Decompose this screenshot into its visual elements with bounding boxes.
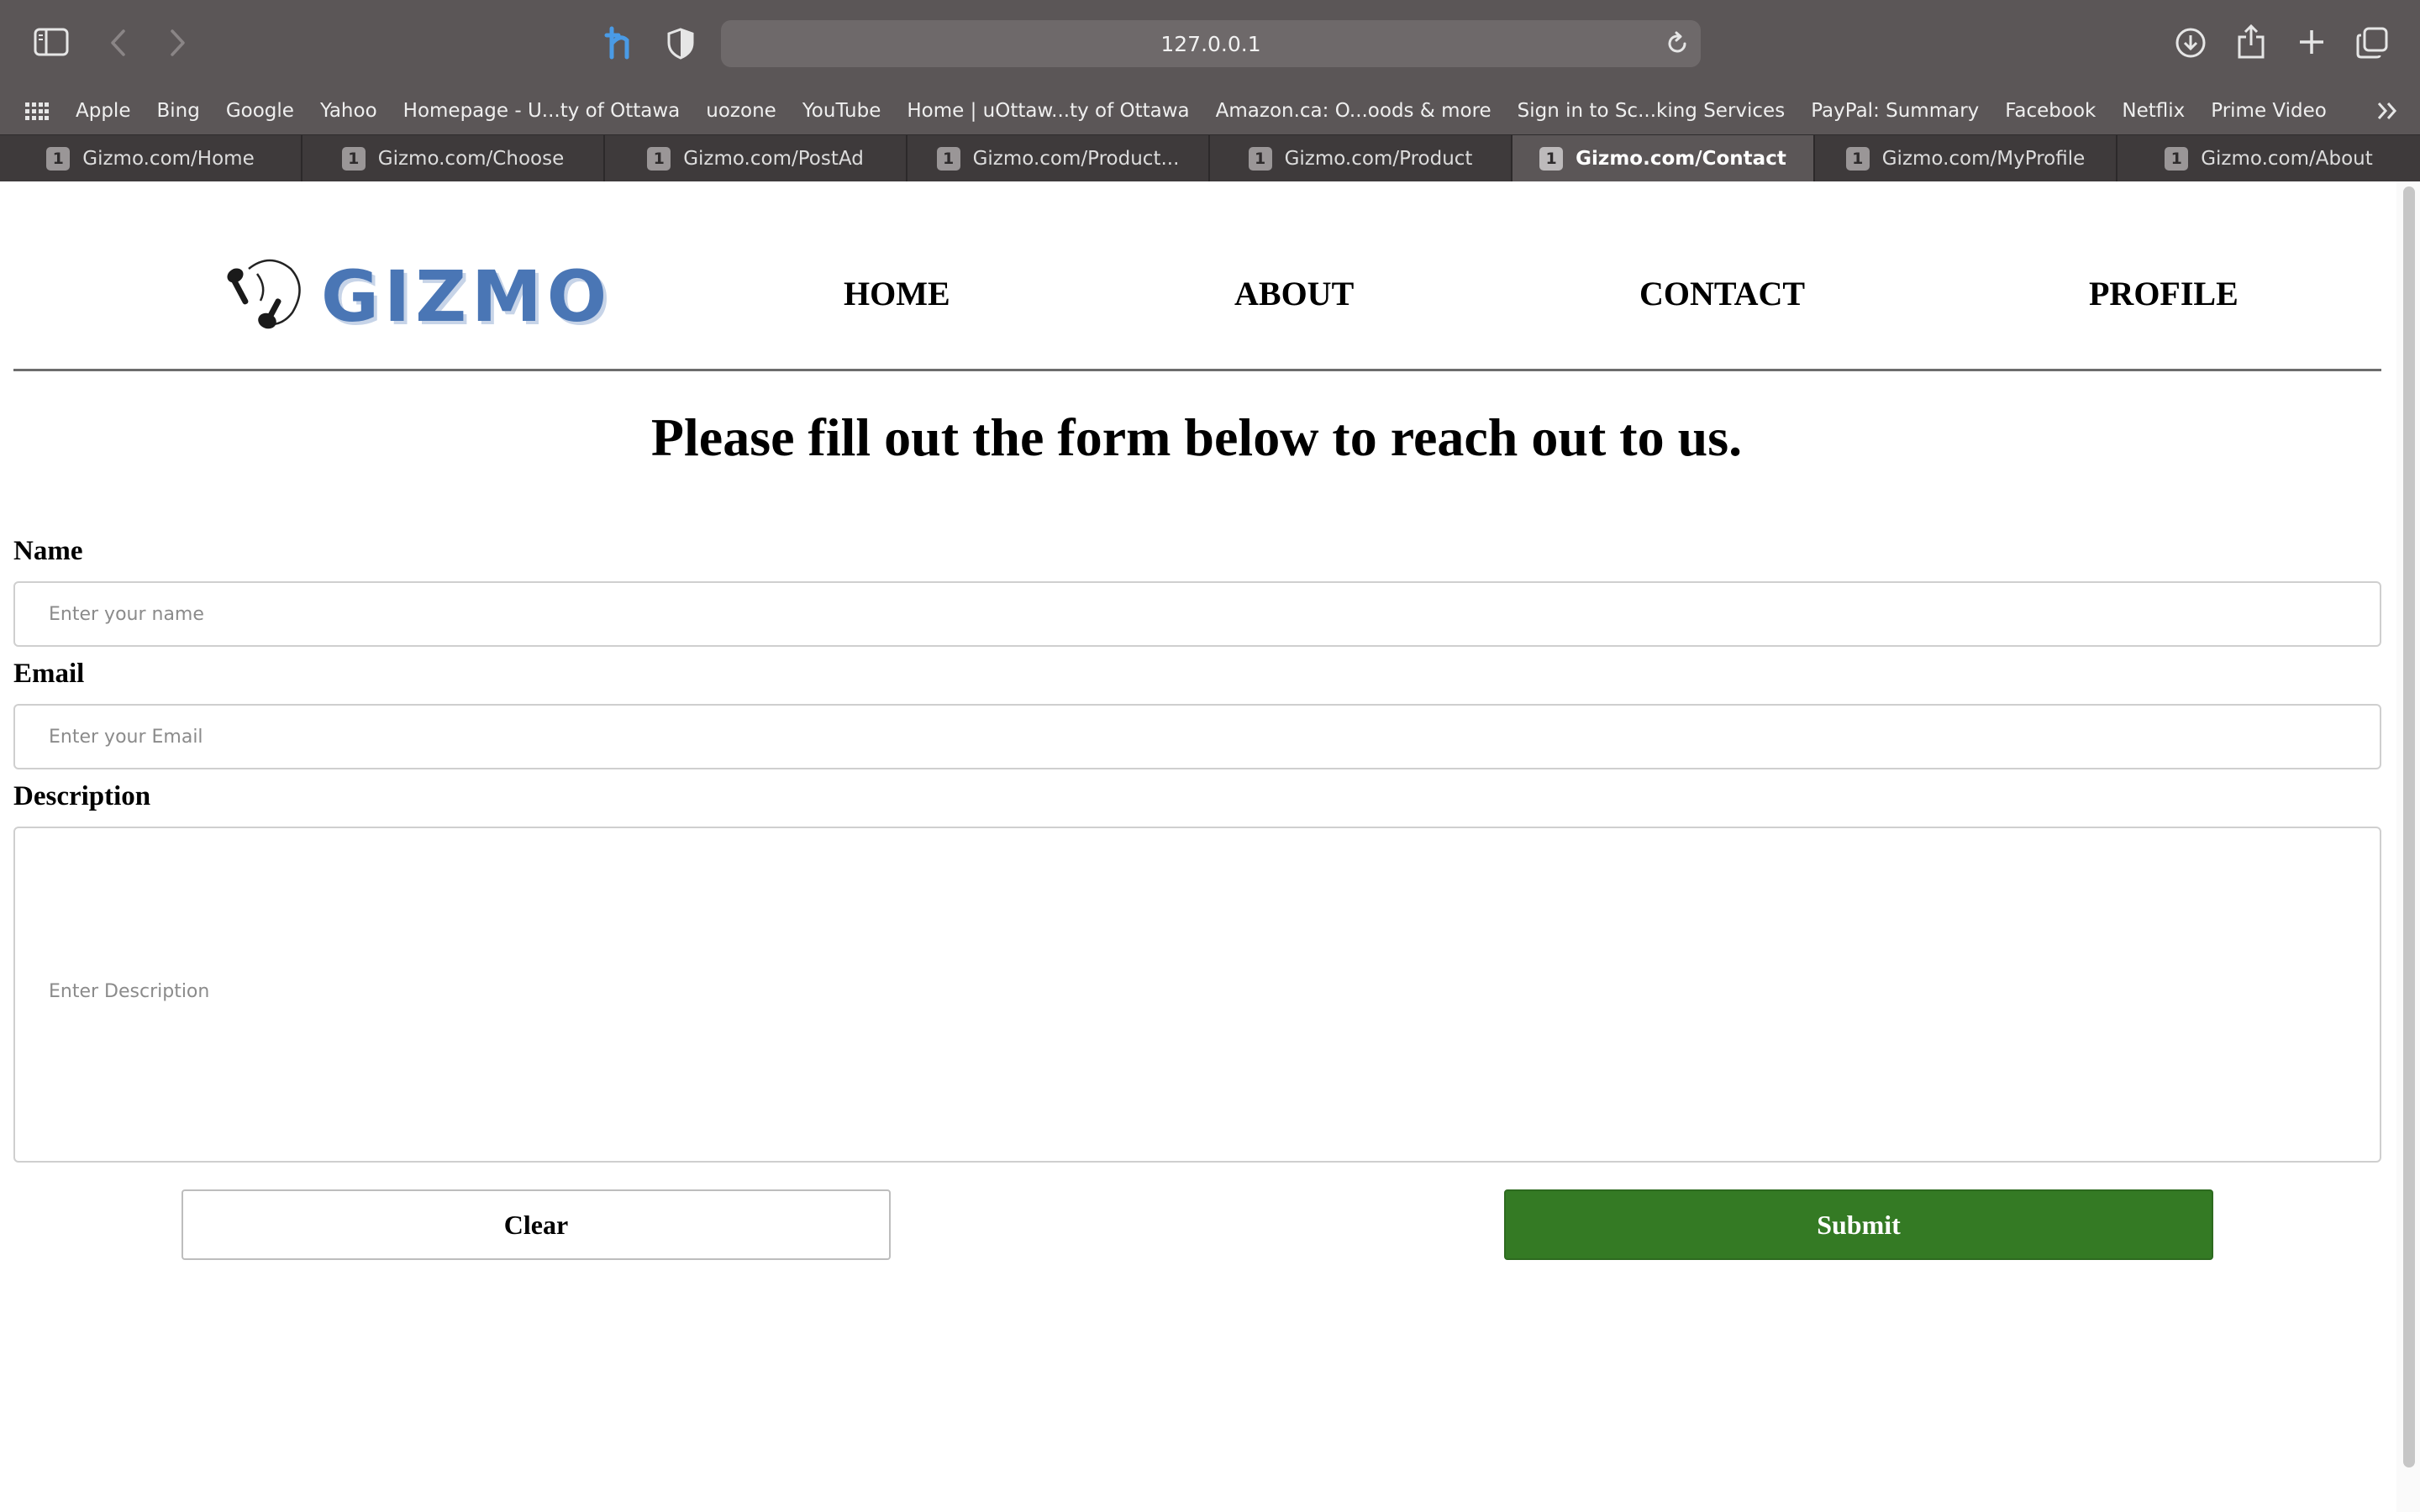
tab-overview-icon[interactable] xyxy=(2356,27,2388,59)
description-textarea[interactable] xyxy=(13,827,2381,1163)
apps-grid-icon[interactable] xyxy=(25,102,49,125)
more-bookmarks-icon[interactable] xyxy=(2376,101,2398,125)
tab-title: Gizmo.com/About xyxy=(2201,147,2373,170)
web-page: GIZMO HOME ABOUT CONTACT PROFILE Please … xyxy=(0,181,2420,1512)
tab-gizmo-myprofile[interactable]: 1 Gizmo.com/MyProfile xyxy=(1815,135,2118,181)
share-icon[interactable] xyxy=(2237,24,2265,59)
name-input[interactable] xyxy=(13,581,2381,647)
tab-badge: 1 xyxy=(936,146,960,171)
scrollbar-thumb[interactable] xyxy=(2403,186,2415,1467)
bookmark-yahoo[interactable]: Yahoo xyxy=(320,100,377,122)
bookmark-uozone[interactable]: uozone xyxy=(706,100,776,122)
address-bar[interactable]: 127.0.0.1 xyxy=(721,20,1701,67)
page-scrollbar[interactable] xyxy=(2396,181,2420,1512)
page-heading: Please fill out the form below to reach … xyxy=(650,407,1743,467)
tab-badge: 1 xyxy=(2165,146,2189,171)
tab-badge: 1 xyxy=(1248,146,1272,171)
bookmark-uottawa-home[interactable]: Home | uOttaw...ty of Ottawa xyxy=(907,100,1189,122)
tab-badge: 1 xyxy=(341,146,366,171)
reload-icon[interactable] xyxy=(1665,31,1689,60)
bookmark-google[interactable]: Google xyxy=(226,100,294,122)
bookmark-paypal[interactable]: PayPal: Summary xyxy=(1811,100,1979,122)
sidebar-toggle-icon[interactable] xyxy=(34,28,69,56)
tab-badge: 1 xyxy=(1845,146,1870,171)
tab-bar: 1 Gizmo.com/Home 1 Gizmo.com/Choose 1 Gi… xyxy=(0,134,2420,181)
bookmark-amazon[interactable]: Amazon.ca: O...oods & more xyxy=(1216,100,1491,122)
bookmark-uottawa-homepage[interactable]: Homepage - U...ty of Ottawa xyxy=(403,100,681,122)
bookmark-prime-video[interactable]: Prime Video xyxy=(2211,100,2327,122)
bookmark-netflix[interactable]: Netflix xyxy=(2122,100,2185,122)
clear-button[interactable]: Clear xyxy=(182,1189,891,1260)
logo-text: GIZMO xyxy=(321,255,613,338)
tab-title: Gizmo.com/Choose xyxy=(377,147,565,170)
extension-h-icon[interactable] xyxy=(603,25,637,60)
back-icon[interactable] xyxy=(109,29,126,57)
forward-icon[interactable] xyxy=(170,29,187,57)
site-logo[interactable]: GIZMO xyxy=(224,254,612,339)
name-label: Name xyxy=(13,536,83,566)
bookmark-youtube[interactable]: YouTube xyxy=(802,100,881,122)
email-input[interactable] xyxy=(13,704,2381,769)
tab-title: Gizmo.com/PostAd xyxy=(683,147,864,170)
tab-badge: 1 xyxy=(1539,146,1564,171)
bookmarks-bar: Apple Bing Google Yahoo Homepage - U...t… xyxy=(0,87,2420,134)
tab-gizmo-about[interactable]: 1 Gizmo.com/About xyxy=(2118,135,2420,181)
nav-profile[interactable]: PROFILE xyxy=(2089,274,2238,313)
bookmark-apple[interactable]: Apple xyxy=(76,100,130,122)
bookmark-sign-in[interactable]: Sign in to Sc...king Services xyxy=(1518,100,1786,122)
nav-home[interactable]: HOME xyxy=(844,274,950,313)
tab-gizmo-postad[interactable]: 1 Gizmo.com/PostAd xyxy=(605,135,908,181)
new-tab-icon[interactable] xyxy=(2297,28,2326,56)
tab-title: Gizmo.com/MyProfile xyxy=(1881,147,2086,170)
tab-gizmo-contact[interactable]: 1 Gizmo.com/Contact xyxy=(1512,135,1815,181)
tab-gizmo-product-ellipsis[interactable]: 1 Gizmo.com/Product... xyxy=(908,135,1210,181)
downloads-icon[interactable] xyxy=(2175,27,2207,59)
bookmark-bing[interactable]: Bing xyxy=(156,100,199,122)
privacy-shield-icon[interactable] xyxy=(667,28,694,60)
tab-gizmo-choose[interactable]: 1 Gizmo.com/Choose xyxy=(302,135,605,181)
submit-button[interactable]: Submit xyxy=(1504,1189,2213,1260)
earbuds-logo-icon xyxy=(224,254,308,339)
tab-title: Gizmo.com/Product... xyxy=(972,147,1180,170)
tab-gizmo-home[interactable]: 1 Gizmo.com/Home xyxy=(0,135,302,181)
description-label: Description xyxy=(13,781,151,811)
tab-title: Gizmo.com/Contact xyxy=(1576,147,1786,170)
url-text: 127.0.0.1 xyxy=(1160,31,1261,56)
tab-gizmo-product[interactable]: 1 Gizmo.com/Product xyxy=(1210,135,1512,181)
tab-title: Gizmo.com/Home xyxy=(82,147,255,170)
nav-about[interactable]: ABOUT xyxy=(1234,274,1354,313)
tab-badge: 1 xyxy=(647,146,671,171)
email-label: Email xyxy=(13,659,85,689)
browser-toolbar: 127.0.0.1 xyxy=(0,0,2420,87)
tab-title: Gizmo.com/Product xyxy=(1284,147,1473,170)
site-header: GIZMO HOME ABOUT CONTACT PROFILE xyxy=(13,181,2381,371)
nav-contact[interactable]: CONTACT xyxy=(1639,274,1805,313)
bookmark-facebook[interactable]: Facebook xyxy=(2005,100,2096,122)
tab-badge: 1 xyxy=(46,146,71,171)
